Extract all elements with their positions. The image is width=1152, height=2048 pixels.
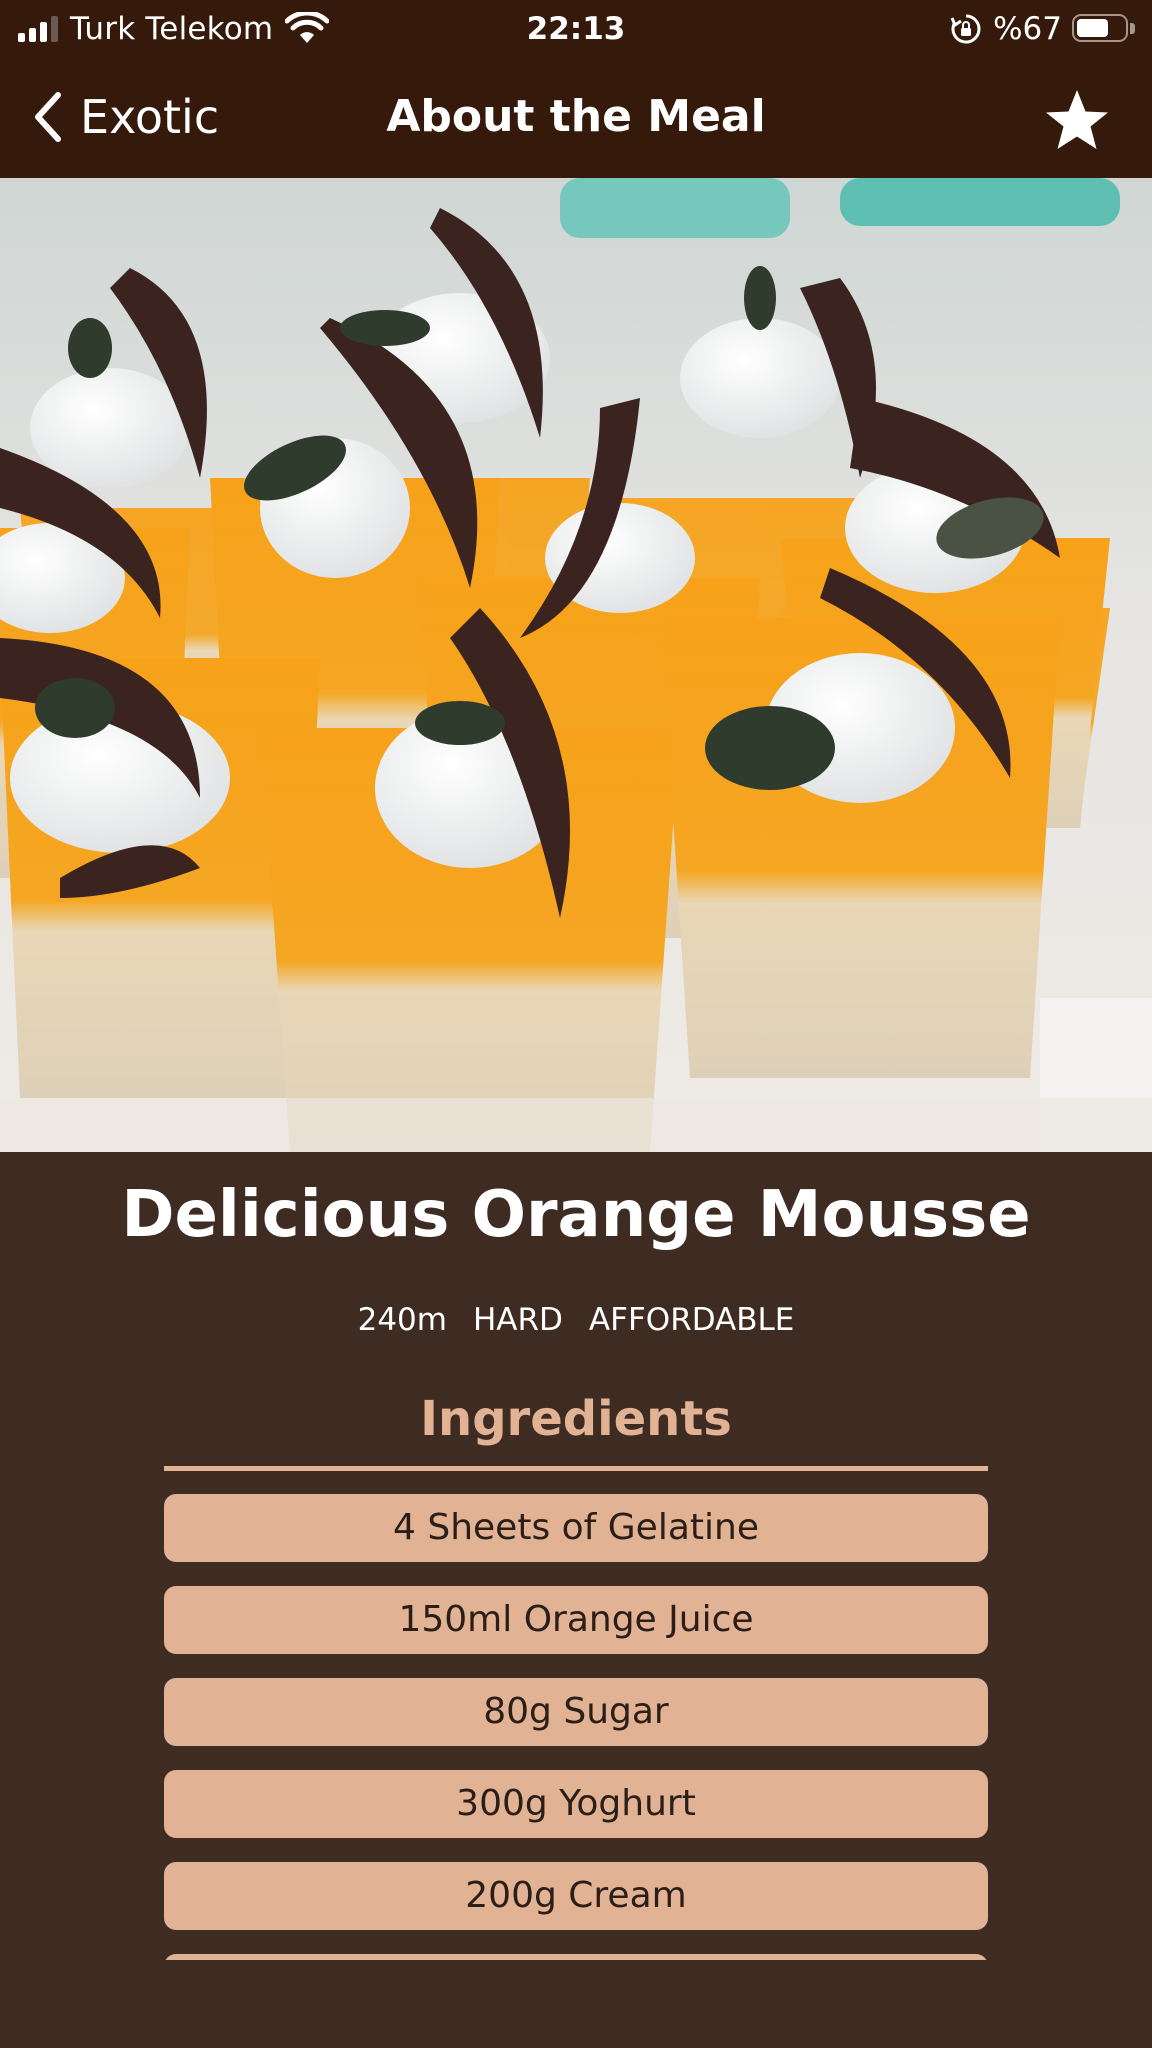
meal-title: Delicious Orange Mousse [121, 1178, 1031, 1252]
meal-photo [0, 178, 1152, 1152]
meal-affordability: AFFORDABLE [588, 1302, 795, 1338]
signal-icon [18, 16, 58, 42]
ingredient-item: 300g Yoghurt [164, 1770, 988, 1838]
ingredients-heading: Ingredients [420, 1391, 732, 1447]
carrier-name: Turk Telekom [70, 11, 274, 47]
status-right: %67 [949, 0, 1136, 58]
ingredients-list[interactable]: 4 Sheets of Gelatine 150ml Orange Juice … [164, 1494, 988, 1960]
status-left: Turk Telekom [18, 0, 330, 58]
back-label: Exotic [80, 90, 220, 144]
meal-image [0, 178, 1152, 1152]
meal-complexity: HARD [472, 1302, 563, 1338]
favorite-button[interactable] [1042, 86, 1112, 156]
star-icon [1046, 90, 1108, 149]
ingredient-item: 4 Sheets of Gelatine [164, 1494, 988, 1562]
meal-duration: 240m [357, 1302, 447, 1338]
battery-icon [1072, 14, 1136, 44]
back-button[interactable]: Exotic [30, 86, 219, 148]
navigation-bar: Exotic About the Meal [0, 58, 1152, 178]
ingredient-item [164, 1954, 988, 1960]
wifi-icon [285, 12, 330, 43]
ingredients-divider [164, 1466, 988, 1471]
ingredient-item: 200g Cream [164, 1862, 988, 1930]
ingredient-item: 150ml Orange Juice [164, 1586, 988, 1654]
battery-percentage: %67 [993, 11, 1062, 47]
status-bar: Turk Telekom 22:13 %67 [0, 0, 1152, 58]
meal-meta: 240m HARD AFFORDABLE [0, 1292, 1152, 1348]
rotation-lock-icon [950, 14, 981, 44]
chevron-left-icon [35, 92, 61, 142]
ingredient-item: 80g Sugar [164, 1678, 988, 1746]
